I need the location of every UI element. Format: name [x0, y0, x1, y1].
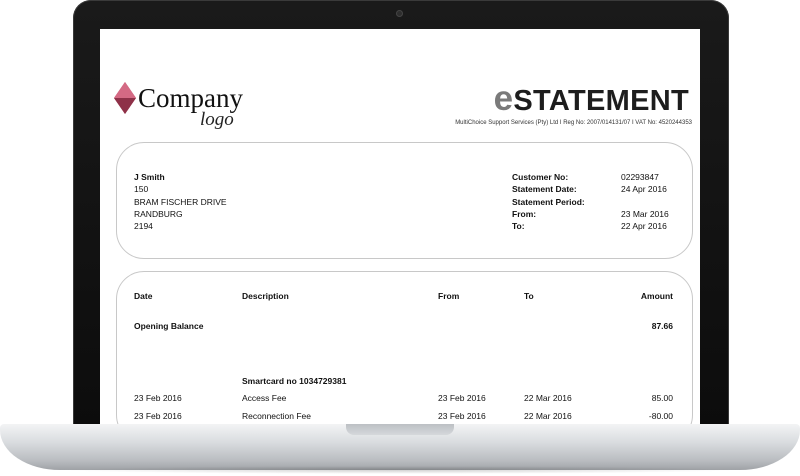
row-date: 23 Feb 2016: [134, 393, 182, 403]
statement-date-row: Statement Date: 24 Apr 2016: [512, 183, 672, 195]
opening-balance-amount: 87.66: [651, 321, 673, 331]
period-to-value: 22 Apr 2016: [621, 221, 667, 232]
column-header-date: Date: [134, 291, 153, 301]
statement-screen[interactable]: Company logo eSTATEMENT MultiChoice Supp…: [100, 29, 700, 426]
customer-name: J Smith: [134, 172, 165, 182]
period-to-row: To: 22 Apr 2016: [512, 220, 672, 232]
company-logo: Company logo: [114, 81, 264, 131]
row-from: 23 Feb 2016: [438, 411, 486, 421]
column-header-from: From: [438, 291, 460, 301]
customer-no-row: Customer No: 02293847: [512, 171, 672, 183]
period-to-label: To:: [512, 221, 525, 232]
row-date: 23 Feb 2016: [134, 411, 182, 421]
period-from-value: 23 Mar 2016: [621, 208, 669, 219]
laptop-shadow: [60, 466, 740, 474]
statement-period-row: Statement Period:: [512, 196, 672, 208]
row-to: 22 Mar 2016: [524, 411, 572, 421]
period-from-label: From:: [512, 208, 537, 219]
estatement-title: eSTATEMENT: [494, 81, 689, 116]
row-description: Access Fee: [242, 393, 287, 403]
statement-date-label: Statement Date:: [512, 184, 577, 195]
estatement-word: STATEMENT: [513, 85, 689, 117]
customer-info: Customer No: 02293847 Statement Date: 24…: [512, 171, 672, 232]
column-header-to: To: [524, 291, 534, 301]
logo-subtitle-text: logo: [200, 109, 234, 130]
opening-balance-label: Opening Balance: [134, 321, 204, 331]
address-line: 2194: [134, 221, 153, 232]
smartcard-label: Smartcard no 1034729381: [242, 376, 347, 386]
estatement-e: e: [493, 79, 514, 118]
row-to: 22 Mar 2016: [524, 393, 572, 403]
column-header-description: Description: [242, 291, 289, 301]
company-registration-line: MultiChoice Support Services (Pty) Ltd I…: [455, 120, 692, 126]
laptop-mockup: Company logo eSTATEMENT MultiChoice Supp…: [0, 0, 800, 476]
row-from: 23 Feb 2016: [438, 393, 486, 403]
logo-company-text: Company: [138, 83, 243, 113]
address-line: BRAM FISCHER DRIVE: [134, 196, 227, 207]
statement-period-label: Statement Period:: [512, 196, 585, 207]
column-header-amount: Amount: [640, 291, 673, 301]
customer-no-label: Customer No:: [512, 172, 569, 182]
address-line: 150: [134, 184, 149, 195]
diamond-icon: [114, 82, 136, 114]
address-line: RANDBURG: [134, 208, 183, 219]
period-from-row: From: 23 Mar 2016: [512, 208, 672, 220]
customer-address: J Smith 150 BRAM FISCHER DRIVE RANDBURG …: [134, 171, 227, 232]
row-amount: -80.00: [648, 411, 673, 421]
statement-date-value: 24 Apr 2016: [621, 184, 667, 195]
row-amount: 85.00: [651, 393, 673, 403]
webcam-icon: [396, 10, 403, 17]
customer-no-value: 02293847: [621, 172, 659, 182]
laptop-lid-notch: [346, 424, 454, 435]
row-description: Reconnection Fee: [242, 411, 311, 421]
